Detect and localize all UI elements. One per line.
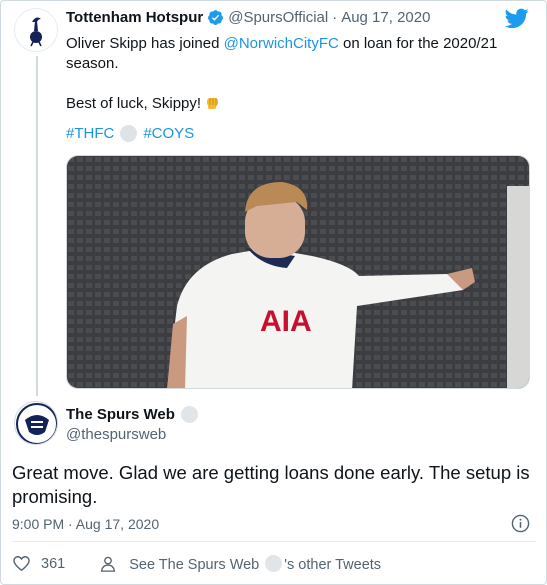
tottenham-avatar[interactable] (14, 8, 58, 52)
person-icon (101, 556, 116, 572)
reply-author-name[interactable]: The Spurs Web (66, 406, 175, 423)
see-suffix: 's other Tweets (284, 556, 382, 573)
reply-author-row: The Spurs Web (66, 406, 198, 423)
reply-timestamp[interactable]: 9:00 PM · Aug 17, 2020 (12, 516, 159, 532)
verified-icon (208, 10, 224, 25)
name-emoji-icon (180, 406, 198, 423)
info-icon[interactable] (511, 514, 530, 533)
hashtag-thfc[interactable]: #THFC (66, 125, 114, 142)
hashtag-emoji-icon (120, 125, 138, 142)
norwich-mention-link[interactable]: @NorwichCityFC (224, 35, 339, 52)
author-name[interactable]: Tottenham Hotspur (66, 9, 203, 26)
reply-tweet-text: Great move. Glad we are getting loans do… (12, 462, 530, 507)
tweet-photo[interactable]: AIA (66, 155, 530, 389)
hashtag-coys[interactable]: #COYS (143, 125, 194, 142)
spurs-web-logo-icon (16, 403, 57, 444)
fist-emoji-icon (207, 98, 219, 109)
twitter-bird-icon[interactable] (505, 6, 529, 30)
tweet-date[interactable]: Aug 17, 2020 (341, 9, 430, 26)
reply-author-handle[interactable]: @thespursweb (66, 426, 166, 443)
player-photo-image: AIA (67, 156, 529, 388)
header-separator: · (332, 9, 338, 26)
jersey-sponsor-text: AIA (260, 305, 312, 338)
tweet-line2: Best of luck, Skippy! (66, 95, 206, 112)
see-prefix: See The Spurs Web (129, 556, 260, 573)
spurs-web-avatar[interactable] (14, 401, 58, 445)
original-tweet-text: Oliver Skipp has joined @NorwichCityFC o… (66, 34, 506, 114)
hashtags-row: #THFC #COYS (66, 125, 194, 142)
heart-icon[interactable] (12, 554, 31, 573)
like-count[interactable]: 361 (41, 556, 65, 572)
thread-line (36, 56, 38, 396)
tweet-text-prefix: Oliver Skipp has joined (66, 35, 224, 52)
original-tweet-header: Tottenham Hotspur @SpursOfficial · Aug 1… (66, 9, 430, 26)
see-other-tweets-link[interactable]: See The Spurs Web 's other Tweets (129, 554, 382, 573)
spurs-logo-icon (30, 17, 42, 47)
tweet-actions: 361 See The Spurs Web 's other Tweets (12, 554, 381, 573)
author-handle[interactable]: @SpursOfficial (228, 9, 328, 26)
divider (12, 541, 536, 542)
other-emoji-icon (265, 554, 283, 572)
embedded-tweet-card: Tottenham Hotspur @SpursOfficial · Aug 1… (0, 0, 547, 585)
